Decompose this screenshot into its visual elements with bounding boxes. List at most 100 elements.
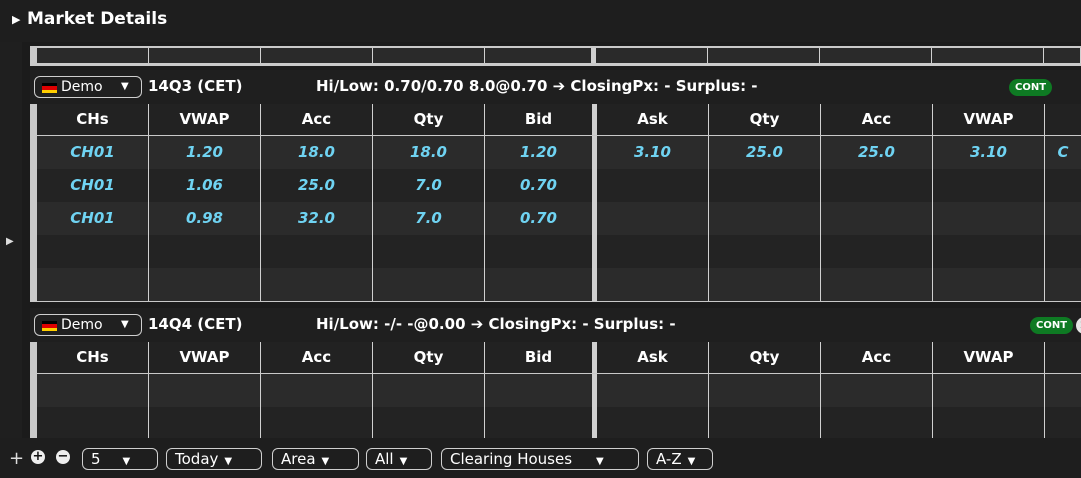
column-header-col-extra[interactable] xyxy=(1045,342,1081,373)
table-row[interactable]: CH01 1.20 18.0 18.0 1.20 3.10 25.0 25.0 3.10 C xyxy=(37,136,1081,169)
plus-circle-icon[interactable]: + xyxy=(31,450,45,464)
close-icon[interactable]: × xyxy=(1076,317,1081,334)
column-header-col-ask[interactable]: Ask xyxy=(597,342,709,373)
cont-badge[interactable]: CONT xyxy=(1009,79,1053,96)
contract-grid: CHs VWAP Acc Qty Bid Ask Qty Acc VWAP xyxy=(30,342,1081,440)
column-header-col-chs[interactable]: CHs xyxy=(37,342,149,373)
contract-name: 14Q4 (CET) xyxy=(148,315,243,333)
table-cell xyxy=(933,268,1045,301)
minus-circle-icon[interactable]: − xyxy=(56,450,70,464)
column-header-col-acc-ask[interactable]: Acc xyxy=(821,342,933,373)
filter-select[interactable]: All ▼ xyxy=(366,448,432,470)
table-cell: CH01 xyxy=(37,169,149,202)
footer-toolbar: + + − 5 ▼ Today ▼ Area ▼ All ▼ Clearing Hous… xyxy=(0,438,1081,478)
chevron-down-icon: ▼ xyxy=(399,456,408,467)
rows-count-select[interactable]: 5 ▼ xyxy=(82,448,158,470)
column-header-col-acc-bid[interactable]: Acc xyxy=(261,342,373,373)
filter-value: All xyxy=(375,450,394,468)
column-header-col-qty-ask[interactable]: Qty xyxy=(709,104,821,135)
expand-panel-icon[interactable]: ▶ xyxy=(12,13,20,26)
grid-cell xyxy=(260,48,373,63)
table-cell: 1.20 xyxy=(149,136,261,169)
chevron-down-icon: ▼ xyxy=(224,456,233,467)
table-cell xyxy=(709,268,821,301)
table-cell xyxy=(933,374,1045,407)
table-cell xyxy=(821,169,933,202)
column-header-col-vwap-bid[interactable]: VWAP xyxy=(149,342,261,373)
table-row[interactable] xyxy=(37,268,1081,301)
chevron-down-icon: ▼ xyxy=(687,456,696,467)
table-cell xyxy=(261,268,373,301)
table-row[interactable] xyxy=(37,374,1081,407)
grid-cell xyxy=(148,48,261,63)
area-value: Area xyxy=(281,450,316,468)
table-cell xyxy=(485,235,597,268)
table-cell xyxy=(37,407,149,440)
table-cell: 1.20 xyxy=(485,136,597,169)
panel-header[interactable]: ▶ Market Details xyxy=(0,0,1081,42)
germany-flag-icon xyxy=(42,83,57,93)
group-select[interactable]: Clearing Houses ▼ xyxy=(441,448,639,470)
table-cell xyxy=(373,268,485,301)
grid-cell xyxy=(1044,48,1081,63)
sort-select[interactable]: A-Z ▼ xyxy=(647,448,713,470)
cont-badge[interactable]: CONT xyxy=(1030,317,1074,334)
table-cell xyxy=(37,268,149,301)
table-cell xyxy=(709,202,821,235)
table-cell xyxy=(149,374,261,407)
table-cell xyxy=(597,268,709,301)
column-header-col-vwap-ask[interactable]: VWAP xyxy=(933,104,1045,135)
column-header-col-ask[interactable]: Ask xyxy=(597,104,709,135)
column-header-col-qty-bid[interactable]: Qty xyxy=(373,104,485,135)
table-cell: 0.70 xyxy=(485,169,597,202)
chevron-down-icon: ▼ xyxy=(596,456,604,467)
column-header-col-qty-ask[interactable]: Qty xyxy=(709,342,821,373)
table-cell: 7.0 xyxy=(373,202,485,235)
table-row[interactable]: CH01 0.98 32.0 7.0 0.70 xyxy=(37,202,1081,235)
table-cell xyxy=(149,235,261,268)
column-header-col-qty-bid[interactable]: Qty xyxy=(373,342,485,373)
table-cell: 25.0 xyxy=(709,136,821,169)
column-header-col-vwap-ask[interactable]: VWAP xyxy=(933,342,1045,373)
column-header-col-acc-ask[interactable]: Acc xyxy=(821,104,933,135)
contract-header: Demo ▼ 14Q4 (CET) Hi/Low: -/- -@0.00 ➔ C… xyxy=(30,308,1081,342)
table-cell xyxy=(821,407,933,440)
grid-cell xyxy=(932,48,1045,63)
period-value: Today xyxy=(175,450,219,468)
table-row[interactable] xyxy=(37,407,1081,440)
table-cell xyxy=(597,202,709,235)
table-cell xyxy=(1045,407,1081,440)
table-cell xyxy=(149,407,261,440)
table-cell xyxy=(597,235,709,268)
rows-count-value: 5 xyxy=(91,450,101,468)
table-cell: 32.0 xyxy=(261,202,373,235)
side-expand-icon[interactable]: ▶ xyxy=(6,236,14,247)
table-row[interactable] xyxy=(37,235,1081,268)
table-cell: 18.0 xyxy=(261,136,373,169)
column-header-col-extra[interactable] xyxy=(1045,104,1081,135)
table-cell xyxy=(709,374,821,407)
column-header-col-vwap-bid[interactable]: VWAP xyxy=(149,104,261,135)
market-select[interactable]: Demo ▼ xyxy=(34,76,142,98)
table-cell xyxy=(933,169,1045,202)
contract-name: 14Q3 (CET) xyxy=(148,77,243,95)
area-select[interactable]: Area ▼ xyxy=(272,448,359,470)
table-cell xyxy=(709,169,821,202)
grid-cell xyxy=(708,48,821,63)
column-header-col-bid[interactable]: Bid xyxy=(485,342,597,373)
period-select[interactable]: Today ▼ xyxy=(166,448,262,470)
table-row[interactable]: CH01 1.06 25.0 7.0 0.70 xyxy=(37,169,1081,202)
table-cell: 3.10 xyxy=(933,136,1045,169)
table-cell xyxy=(597,374,709,407)
column-header-col-chs[interactable]: CHs xyxy=(37,104,149,135)
column-header-col-acc-bid[interactable]: Acc xyxy=(261,104,373,135)
market-select[interactable]: Demo ▼ xyxy=(34,314,142,336)
add-panel-button[interactable]: + xyxy=(9,448,24,469)
column-header-col-bid[interactable]: Bid xyxy=(485,104,597,135)
table-cell xyxy=(597,407,709,440)
table-cell: 25.0 xyxy=(261,169,373,202)
side-strip: ▶ xyxy=(0,42,22,438)
grid-cell xyxy=(596,48,709,63)
grid-cell xyxy=(37,48,149,63)
panel-title: Market Details xyxy=(27,9,168,29)
